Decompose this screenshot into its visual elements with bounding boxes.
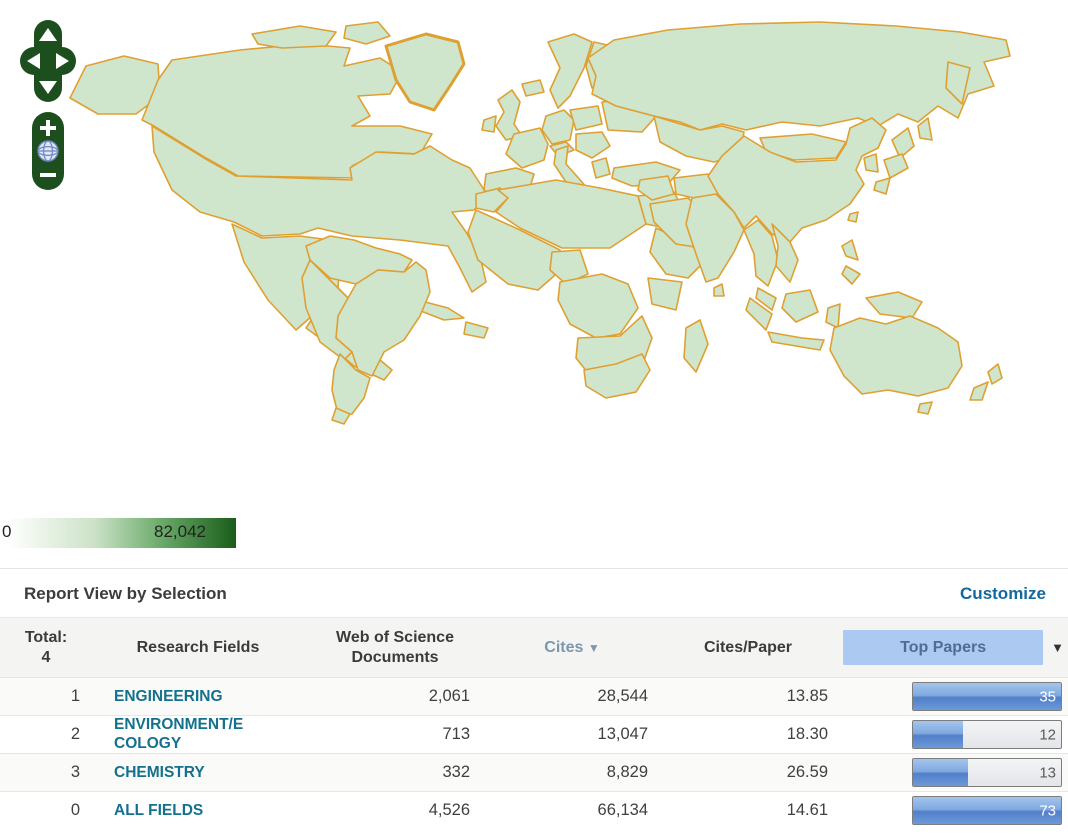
report-header: Report View by Selection Customize xyxy=(0,569,1068,617)
cites-per-paper-cell: 26.59 xyxy=(658,763,838,782)
country-japan[interactable] xyxy=(874,178,890,194)
country-new-zealand[interactable] xyxy=(970,382,988,400)
country-korea[interactable] xyxy=(864,154,878,172)
cites-cell: 8,829 xyxy=(486,763,658,782)
country-hispaniola[interactable] xyxy=(464,322,488,338)
legend-max-label: 82,042 xyxy=(120,522,240,542)
field-link[interactable]: ENVIRONMENT/ECOLOGY xyxy=(114,716,246,753)
bar-fill xyxy=(913,759,968,786)
country-germany[interactable] xyxy=(542,110,574,144)
country-greece[interactable] xyxy=(592,158,610,178)
table-row: 3 CHEMISTRY 332 8,829 26.59 13 xyxy=(0,753,1068,791)
country-ireland[interactable] xyxy=(482,116,496,132)
country-iceland[interactable] xyxy=(522,80,544,96)
country-sulawesi[interactable] xyxy=(826,304,840,328)
bar-value: 73 xyxy=(1039,802,1056,819)
total-count: 4 xyxy=(42,649,51,666)
bar-value: 12 xyxy=(1039,726,1056,743)
country-madagascar[interactable] xyxy=(684,320,708,372)
cites-cell: 28,544 xyxy=(486,687,658,706)
country-taiwan[interactable] xyxy=(848,212,858,222)
header-top-papers: Top Papers ▼ xyxy=(838,624,1068,671)
bar-fill xyxy=(913,721,963,748)
chevron-down-icon[interactable]: ▼ xyxy=(1051,640,1064,656)
country-balkans[interactable] xyxy=(576,132,610,158)
table-row: 1 ENGINEERING 2,061 28,544 13.85 35 xyxy=(0,677,1068,715)
country-tasmania[interactable] xyxy=(918,402,932,414)
country-java[interactable] xyxy=(768,332,824,350)
country-central-africa[interactable] xyxy=(558,274,638,338)
header-cites[interactable]: Cites ▼ xyxy=(486,632,658,663)
rank-cell: 1 xyxy=(0,687,92,706)
documents-cell: 2,061 xyxy=(304,687,486,706)
country-australia[interactable] xyxy=(830,316,962,396)
choropleth-legend: 0 82,042 xyxy=(8,518,236,548)
country-philippines[interactable] xyxy=(842,266,860,284)
country-japan[interactable] xyxy=(884,154,908,178)
report-title: Report View by Selection xyxy=(24,584,227,604)
documents-cell: 713 xyxy=(304,725,486,744)
header-cites-per-paper[interactable]: Cites/Paper xyxy=(658,632,838,663)
header-research-fields[interactable]: Research Fields xyxy=(92,632,304,663)
top-papers-select[interactable]: Top Papers xyxy=(843,630,1043,665)
header-total: Total: 4 xyxy=(0,622,92,672)
top-papers-bar: 13 xyxy=(912,758,1062,787)
table-row: 2 ENVIRONMENT/ECOLOGY 713 13,047 18.30 1… xyxy=(0,715,1068,753)
country-greenland[interactable] xyxy=(386,34,464,110)
pan-control[interactable] xyxy=(20,20,76,102)
legend-min-label: 0 xyxy=(2,522,11,542)
zoom-control[interactable] xyxy=(32,112,64,190)
cites-per-paper-cell: 13.85 xyxy=(658,687,838,706)
country-philippines[interactable] xyxy=(842,240,858,260)
country-japan[interactable] xyxy=(892,128,914,158)
table-row: 0 ALL FIELDS 4,526 66,134 14.61 73 xyxy=(0,791,1068,829)
customize-link[interactable]: Customize xyxy=(960,584,1046,604)
table-header-row: Total: 4 Research Fields Web of Science … xyxy=(0,617,1068,677)
bar-value: 13 xyxy=(1039,764,1056,781)
top-papers-bar: 35 xyxy=(912,682,1062,711)
country-kenya-tanzania[interactable] xyxy=(648,278,682,310)
cites-cell: 66,134 xyxy=(486,801,658,820)
rank-cell: 3 xyxy=(0,763,92,782)
country-borneo[interactable] xyxy=(782,290,818,322)
country-arctic-islands[interactable] xyxy=(344,22,390,44)
globe-icon[interactable] xyxy=(38,141,58,161)
cites-per-paper-cell: 18.30 xyxy=(658,725,838,744)
top-papers-bar: 73 xyxy=(912,796,1062,825)
field-link[interactable]: ALL FIELDS xyxy=(114,802,203,820)
header-documents[interactable]: Web of Science Documents xyxy=(304,622,486,672)
country-poland[interactable] xyxy=(570,106,602,130)
country-new-zealand[interactable] xyxy=(988,364,1002,384)
map-controls xyxy=(18,18,88,194)
field-link[interactable]: CHEMISTRY xyxy=(114,764,205,782)
country-sri-lanka[interactable] xyxy=(714,284,724,296)
country-norway-sweden[interactable] xyxy=(548,34,592,108)
rank-cell: 2 xyxy=(0,725,92,744)
country-new-guinea[interactable] xyxy=(866,292,922,318)
sort-desc-icon: ▼ xyxy=(588,641,600,655)
documents-cell: 332 xyxy=(304,763,486,782)
bar-value: 35 xyxy=(1039,688,1056,705)
world-map-svg xyxy=(0,0,1068,500)
top-papers-bar: 12 xyxy=(912,720,1062,749)
world-choropleth-map xyxy=(0,0,1068,500)
rank-cell: 0 xyxy=(0,801,92,820)
cites-per-paper-cell: 14.61 xyxy=(658,801,838,820)
country-arctic-islands[interactable] xyxy=(252,26,336,48)
cites-cell: 13,047 xyxy=(486,725,658,744)
documents-cell: 4,526 xyxy=(304,801,486,820)
field-link[interactable]: ENGINEERING xyxy=(114,688,223,706)
